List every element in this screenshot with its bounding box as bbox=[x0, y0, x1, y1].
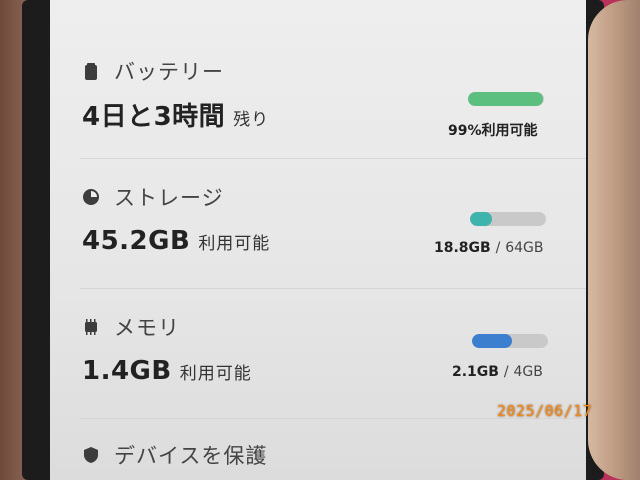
memory-usage-bar bbox=[472, 334, 548, 348]
storage-separator: / bbox=[495, 240, 501, 256]
memory-separator: / bbox=[503, 364, 509, 380]
battery-remaining: 4日と3時間 残り bbox=[82, 96, 269, 133]
storage-used: 18.8GB bbox=[434, 240, 491, 256]
battery-level-fill bbox=[468, 92, 544, 106]
memory-available-size: 1.4GB bbox=[82, 356, 172, 386]
battery-remaining-suffix: 残り bbox=[233, 110, 270, 130]
battery-usage-text: 99%利用可能 bbox=[448, 123, 538, 139]
storage-title: ストレージ bbox=[114, 186, 224, 210]
protect-card[interactable]: デバイスを保護 bbox=[50, 420, 586, 480]
memory-usage-text: 2.1GB / 4GB bbox=[452, 364, 543, 380]
memory-title: メモリ bbox=[114, 316, 180, 340]
battery-card[interactable]: バッテリー 4日と3時間 残り 99%利用可能 bbox=[50, 0, 586, 160]
memory-available-suffix: 利用可能 bbox=[179, 364, 252, 384]
storage-available-size: 45.2GB bbox=[82, 226, 191, 256]
memory-used: 2.1GB bbox=[452, 364, 499, 380]
storage-usage-bar bbox=[470, 212, 546, 226]
memory-card[interactable]: メモリ 1.4GB 利用可能 2.1GB / 4GB bbox=[50, 290, 586, 420]
memory-available: 1.4GB 利用可能 bbox=[82, 356, 252, 386]
battery-header: バッテリー bbox=[82, 56, 224, 86]
storage-header: ストレージ bbox=[82, 182, 224, 212]
protect-header: デバイスを保護 bbox=[82, 440, 267, 470]
protect-title: デバイスを保護 bbox=[114, 444, 268, 468]
memory-chip-icon bbox=[82, 318, 100, 336]
storage-usage-fill bbox=[470, 212, 493, 226]
storage-total: 64GB bbox=[505, 240, 544, 256]
shield-icon bbox=[82, 446, 100, 464]
memory-total: 4GB bbox=[513, 364, 543, 380]
memory-usage-fill bbox=[472, 334, 513, 348]
battery-remaining-time: 4日と3時間 bbox=[82, 102, 226, 132]
storage-usage-text: 18.8GB / 64GB bbox=[434, 240, 543, 256]
storage-available: 45.2GB 利用可能 bbox=[82, 226, 270, 256]
divider bbox=[80, 288, 586, 289]
battery-title: バッテリー bbox=[114, 60, 224, 84]
storage-pie-icon bbox=[82, 188, 100, 206]
memory-header: メモリ bbox=[82, 312, 180, 342]
right-finger bbox=[588, 0, 640, 480]
storage-available-suffix: 利用可能 bbox=[198, 234, 271, 254]
battery-level-bar bbox=[468, 92, 544, 106]
battery-icon bbox=[82, 62, 100, 80]
storage-card[interactable]: ストレージ 45.2GB 利用可能 18.8GB / 64GB bbox=[50, 160, 586, 290]
photo-date-stamp: 2025/06/17 bbox=[497, 402, 593, 420]
divider bbox=[80, 158, 586, 159]
